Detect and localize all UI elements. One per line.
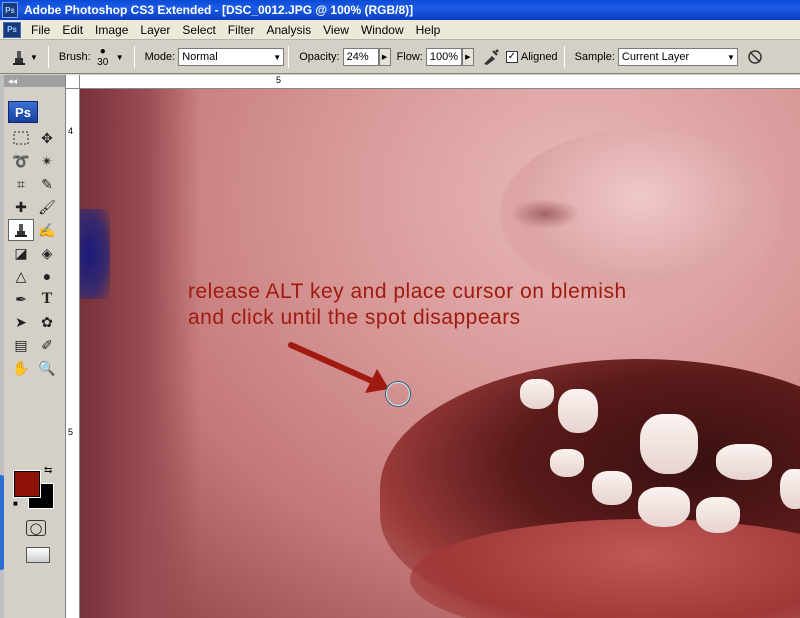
toolbox-collapse-icon[interactable]: ◂◂: [4, 75, 65, 87]
eraser-tool-icon[interactable]: ◪: [8, 242, 34, 264]
sample-label: Sample:: [574, 51, 615, 63]
move-tool-icon[interactable]: ✥: [34, 127, 60, 149]
photoshop-logo[interactable]: Ps: [8, 101, 38, 123]
healing-brush-tool-icon[interactable]: ✚: [8, 196, 34, 218]
sample-select[interactable]: Current Layer ▼: [617, 48, 738, 66]
brush-dot-icon: ●: [99, 45, 106, 57]
slice-tool-icon[interactable]: ✎: [34, 173, 60, 195]
menu-analysis[interactable]: Analysis: [260, 20, 317, 40]
hand-tool-icon[interactable]: ✋: [8, 357, 34, 379]
magic-wand-tool-icon[interactable]: ✴: [34, 150, 60, 172]
annotation-line-1: release ALT key and place cursor on blem…: [188, 280, 627, 303]
tool-grid: ✥ ➰ ✴ ⌗ ✎ ✚ 🖌 ✍ ◪ ◈ △ ● ✒ T ➤ ✿ ▤ ✐ ✋ 🔍: [8, 127, 60, 379]
menu-window[interactable]: Window: [355, 20, 410, 40]
brush-size: 30: [97, 56, 109, 68]
flow-label: Flow:: [396, 51, 423, 63]
ruler-tick-label: 5: [68, 427, 74, 437]
photo-tooth: [716, 444, 772, 480]
sample-value: Current Layer: [621, 51, 690, 63]
brush-cursor: [386, 382, 410, 406]
options-bar: ▼ Brush: ● 30 ▼ Mode: Normal ▼ Opacity: …: [0, 41, 800, 74]
menu-file[interactable]: File: [25, 20, 56, 40]
eyedropper-tool-icon[interactable]: ✐: [34, 334, 60, 356]
photo-shadow: [80, 89, 200, 618]
clone-stamp-tool-icon[interactable]: [8, 219, 34, 241]
paint-bucket-tool-icon[interactable]: ◈: [34, 242, 60, 264]
document-canvas[interactable]: release ALT key and place cursor on blem…: [80, 89, 800, 618]
mode-value: Normal: [182, 51, 218, 63]
menu-help[interactable]: Help: [410, 20, 447, 40]
history-brush-tool-icon[interactable]: ✍: [34, 219, 60, 241]
notes-tool-icon[interactable]: ▤: [8, 334, 34, 356]
menu-edit[interactable]: Edit: [56, 20, 89, 40]
pen-tool-icon[interactable]: ✒: [8, 288, 34, 310]
brush-label: Brush:: [58, 51, 91, 63]
dodge-tool-icon[interactable]: ●: [34, 265, 60, 287]
document-menu-icon[interactable]: Ps: [3, 21, 21, 38]
photo-tooth: [780, 469, 800, 509]
title-bar: Ps Adobe Photoshop CS3 Extended - [DSC_0…: [0, 0, 800, 20]
toolbox: ◂◂ Ps ✥ ➰ ✴ ⌗ ✎ ✚ 🖌 ✍ ◪ ◈ △ ● ✒ T ➤ ✿ ▤ …: [4, 75, 66, 618]
preset-dropdown-icon[interactable]: ▼: [30, 53, 38, 62]
brush-picker[interactable]: ● 30: [94, 45, 112, 68]
photo-tooth: [696, 497, 740, 533]
chevron-down-icon: ▼: [726, 52, 735, 62]
separator: [133, 46, 135, 68]
screen-mode-icon[interactable]: [26, 547, 50, 563]
shape-tool-icon[interactable]: ✿: [34, 311, 60, 333]
menu-select[interactable]: Select: [176, 20, 221, 40]
type-tool-icon[interactable]: T: [34, 288, 60, 310]
separator: [47, 46, 49, 68]
crop-tool-icon[interactable]: ⌗: [8, 173, 34, 195]
flow-input[interactable]: 100%: [425, 48, 462, 66]
photo-eye: [80, 209, 110, 299]
clone-stamp-preset-icon[interactable]: [8, 46, 30, 68]
menu-image[interactable]: Image: [89, 20, 134, 40]
photo-tooth: [592, 471, 632, 505]
aligned-label: Aligned: [520, 51, 558, 63]
zoom-tool-icon[interactable]: 🔍: [34, 357, 60, 379]
menu-filter[interactable]: Filter: [222, 20, 261, 40]
swap-colors-icon[interactable]: ⇆: [44, 465, 52, 476]
tutorial-annotation: release ALT key and place cursor on blem…: [188, 279, 627, 331]
menu-view[interactable]: View: [317, 20, 355, 40]
opacity-slider-button[interactable]: ▶: [378, 48, 391, 66]
ignore-adjustment-layers-icon[interactable]: [744, 46, 766, 68]
separator: [563, 46, 565, 68]
marquee-tool-icon[interactable]: [8, 127, 34, 149]
opacity-label: Opacity:: [299, 51, 340, 63]
vertical-ruler[interactable]: 4 5: [66, 89, 80, 618]
window-title: Adobe Photoshop CS3 Extended - [DSC_0012…: [24, 3, 414, 17]
opacity-input[interactable]: 24%: [342, 48, 379, 66]
chevron-down-icon: ▼: [273, 52, 282, 62]
mode-select[interactable]: Normal ▼: [178, 48, 285, 66]
ruler-tick-label: 5: [276, 75, 282, 85]
path-selection-tool-icon[interactable]: ➤: [8, 311, 34, 333]
menu-layer[interactable]: Layer: [134, 20, 176, 40]
photo-tooth: [550, 449, 584, 477]
blur-tool-icon[interactable]: △: [8, 265, 34, 287]
ruler-tick-label: 4: [68, 126, 74, 136]
photo-tooth: [520, 379, 554, 409]
photo-tooth: [638, 487, 690, 527]
airbrush-icon[interactable]: [480, 46, 502, 68]
separator: [288, 46, 290, 68]
foreground-color-swatch[interactable]: [13, 470, 41, 498]
annotation-line-2: and click until the spot disappears: [188, 306, 521, 329]
lasso-tool-icon[interactable]: ➰: [8, 150, 34, 172]
photo-nostril: [510, 199, 580, 229]
mode-label: Mode:: [144, 51, 176, 63]
flow-slider-button[interactable]: ▶: [461, 48, 474, 66]
brush-dropdown-icon[interactable]: ▼: [116, 53, 124, 62]
horizontal-ruler[interactable]: 5: [66, 75, 800, 89]
aligned-checkbox[interactable]: ✓: [505, 51, 518, 63]
photoshop-app-icon: Ps: [2, 2, 18, 18]
photo-tooth: [558, 389, 598, 433]
default-colors-icon[interactable]: ■: [13, 499, 22, 508]
ruler-origin[interactable]: [66, 75, 80, 89]
photo-tooth: [640, 414, 698, 474]
quick-mask-icon[interactable]: ◯: [26, 520, 46, 536]
brush-tool-icon[interactable]: 🖌: [34, 196, 60, 218]
menu-bar: Ps File Edit Image Layer Select Filter A…: [0, 20, 800, 40]
